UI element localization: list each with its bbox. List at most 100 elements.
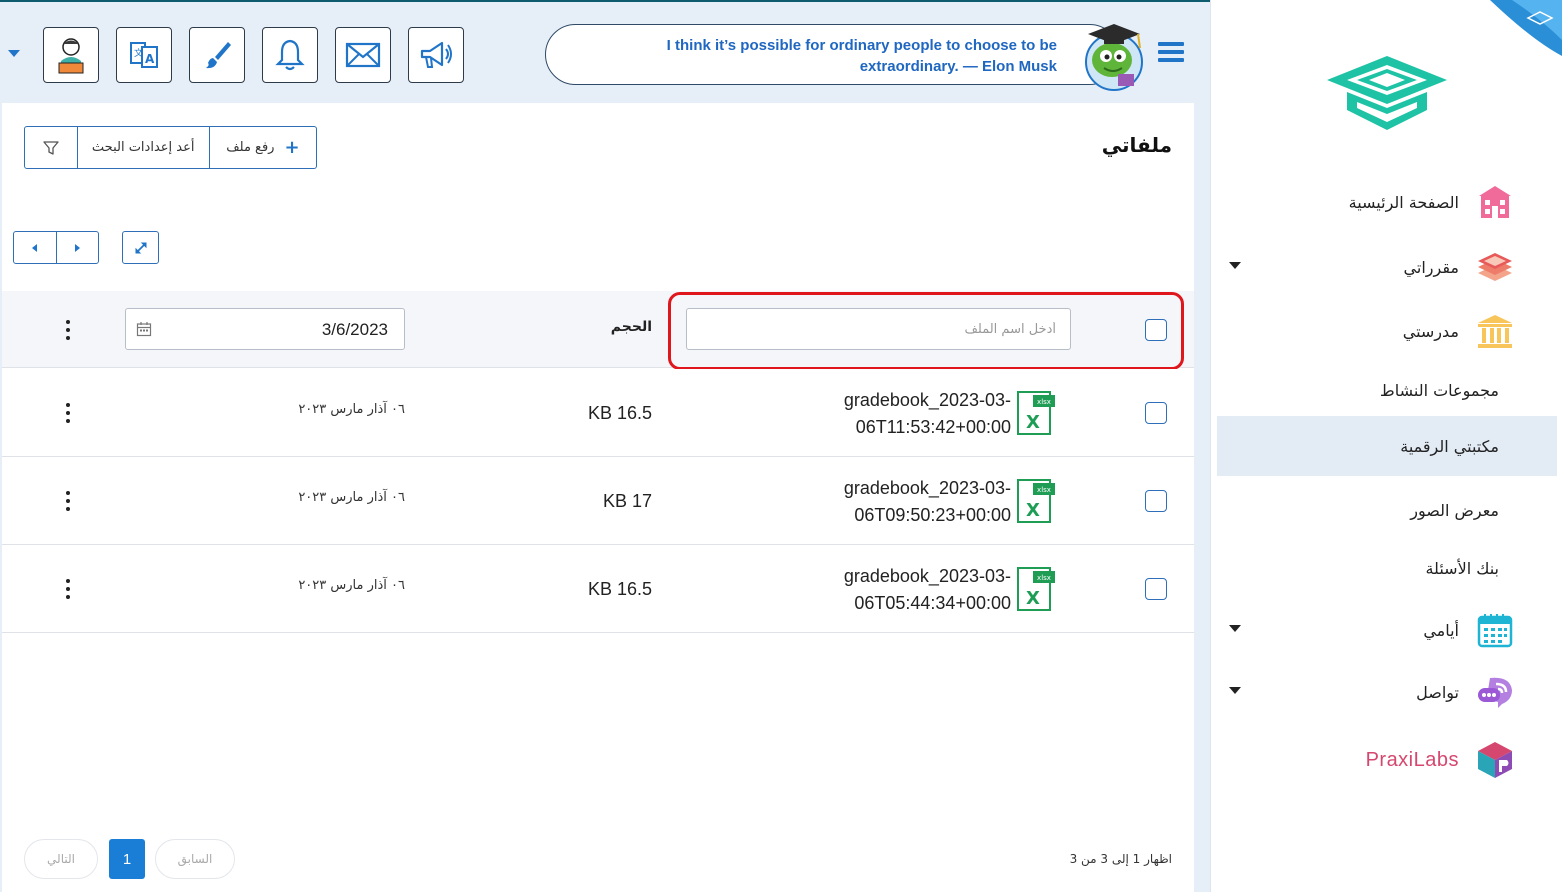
table-row: xlsx X gradebook_2023-03-06T09:50:23+00:… — [2, 457, 1194, 545]
plus-icon: + — [284, 137, 300, 158]
expand-button[interactable] — [122, 231, 159, 264]
sidebar-item-label: مقرراتي — [1403, 257, 1459, 277]
filter-row: الحجم 3/6/2023 — [2, 291, 1194, 370]
file-name-link[interactable]: gradebook_2023-03-06T05:44:34+00:00 — [811, 563, 1011, 617]
row-checkbox[interactable] — [1145, 578, 1167, 600]
row-more-icon[interactable] — [65, 403, 71, 423]
scroll-left-button[interactable] — [14, 232, 57, 263]
translate-button[interactable]: 文 A — [116, 27, 172, 83]
date-filter-input[interactable]: 3/6/2023 — [125, 308, 405, 350]
corner-decoration-icon — [1490, 0, 1562, 56]
file-ext-label: xlsx — [1037, 486, 1051, 494]
caret-left-icon — [31, 243, 37, 252]
top-bar: 文 A I think it’s possible for ordinary p… — [0, 0, 1210, 100]
caret-right-icon — [75, 243, 81, 252]
chevron-down-icon — [1229, 687, 1241, 694]
student-avatar-icon — [58, 38, 84, 74]
file-date: ٠٦ آذار مارس ٢٠٢٣ — [298, 490, 405, 505]
quote-box: I think it’s possible for ordinary peopl… — [545, 24, 1120, 85]
size-column-header: الحجم — [610, 319, 652, 335]
previous-page-button[interactable]: السابق — [155, 839, 235, 879]
next-page-button[interactable]: التالي — [24, 839, 98, 879]
file-date: ٠٦ آذار مارس ٢٠٢٣ — [298, 578, 405, 593]
sidebar-item-label: بنك الأسئلة — [1425, 558, 1499, 578]
svg-text:X: X — [1026, 412, 1040, 433]
sidebar-item-courses[interactable]: مقرراتي — [1217, 238, 1557, 296]
row-more-icon[interactable] — [65, 491, 71, 511]
file-ext-label: xlsx — [1037, 574, 1051, 582]
svg-text:X: X — [1026, 588, 1040, 609]
sidebar-item-digital-library[interactable]: مكتبتي الرقمية — [1217, 416, 1557, 476]
chevron-down-icon — [1229, 625, 1241, 632]
announcements-button[interactable] — [408, 27, 464, 83]
chat-bubbles-icon — [1475, 672, 1515, 712]
reset-search-label: أعد إعدادات البحث — [91, 140, 195, 155]
funnel-icon — [43, 140, 59, 155]
row-checkbox[interactable] — [1145, 490, 1167, 512]
sidebar-item-communication[interactable]: تواصل — [1217, 663, 1557, 721]
school-building-icon — [1475, 182, 1515, 222]
svg-text:X: X — [1026, 500, 1040, 521]
excel-file-icon: xlsx X — [1017, 391, 1055, 435]
theme-button[interactable] — [189, 27, 245, 83]
main-panel: ملفاتي أعد إعدادات البحث + رفع ملف أدخل … — [2, 103, 1194, 892]
messages-button[interactable] — [335, 27, 391, 83]
page-number-button[interactable]: 1 — [109, 839, 145, 879]
sidebar-item-label: مكتبتي الرقمية — [1400, 436, 1499, 456]
filter-button[interactable] — [25, 127, 78, 168]
chevron-down-icon — [1229, 262, 1241, 269]
svg-text:文: 文 — [134, 47, 143, 59]
row-more-icon[interactable] — [65, 579, 71, 599]
reset-search-button[interactable]: أعد إعدادات البحث — [78, 127, 210, 168]
calendar-icon — [136, 322, 152, 337]
paint-brush-icon — [206, 42, 231, 69]
user-menu-caret-icon[interactable] — [8, 50, 20, 57]
notifications-button[interactable] — [262, 27, 318, 83]
scroll-right-button[interactable] — [57, 232, 99, 263]
praxilabs-label: PraxiLabs — [1365, 748, 1459, 771]
menu-toggle-button[interactable] — [1158, 42, 1184, 64]
sidebar-item-label: أيامي — [1423, 620, 1459, 640]
upload-file-button[interactable]: + رفع ملف — [210, 127, 316, 168]
expand-icon — [134, 241, 147, 254]
pagination-info: اظهار 1 إلى 3 من 3 — [1069, 852, 1172, 866]
sidebar-item-gallery[interactable]: معرض الصور — [1217, 481, 1557, 539]
school-logo — [1327, 56, 1447, 130]
sidebar-item-label: مجموعات النشاط — [1379, 380, 1499, 400]
table-row: xlsx X gradebook_2023-03-06T05:44:34+00:… — [2, 545, 1194, 633]
file-name-link[interactable]: gradebook_2023-03-06T09:50:23+00:00 — [811, 475, 1011, 529]
excel-file-icon: xlsx X — [1017, 479, 1055, 523]
action-button-group: أعد إعدادات البحث + رفع ملف — [24, 126, 317, 169]
sidebar-item-my-days[interactable]: أيامي — [1217, 601, 1557, 659]
mascot-dragon-icon — [1085, 24, 1143, 91]
bell-icon — [275, 39, 305, 71]
file-size: KB 16.5 — [587, 403, 652, 423]
highlight-box — [668, 292, 1184, 370]
sidebar-item-label: تواصل — [1416, 682, 1459, 702]
calendar-icon — [1475, 610, 1515, 650]
svg-text:A: A — [145, 52, 155, 66]
books-stack-icon — [1475, 247, 1515, 287]
profile-button[interactable] — [43, 27, 99, 83]
sidebar-item-question-bank[interactable]: بنك الأسئلة — [1217, 539, 1557, 597]
sidebar: الصفحة الرئيسية مقرراتي مدرستي مجموعات ا… — [1210, 0, 1562, 892]
envelope-icon — [345, 42, 381, 68]
date-filter-value: 3/6/2023 — [321, 320, 388, 339]
table-row: xlsx X gradebook_2023-03-06T11:53:42+00:… — [2, 369, 1194, 457]
quote-text: I think it’s possible for ordinary peopl… — [666, 37, 1057, 75]
sidebar-item-activity-groups[interactable]: مجموعات النشاط — [1217, 361, 1557, 419]
page-title: ملفاتي — [1101, 133, 1172, 157]
header-more-icon[interactable] — [65, 320, 71, 340]
translate-icon: 文 A — [130, 42, 158, 68]
file-size: KB 16.5 — [587, 579, 652, 599]
file-name-link[interactable]: gradebook_2023-03-06T11:53:42+00:00 — [811, 387, 1011, 441]
sidebar-item-home[interactable]: الصفحة الرئيسية — [1217, 173, 1557, 231]
sidebar-item-praxilabs[interactable]: PraxiLabs — [1217, 731, 1557, 789]
praxilabs-cube-icon — [1475, 740, 1515, 780]
megaphone-icon — [420, 41, 452, 68]
sidebar-item-my-school[interactable]: مدرستي — [1217, 302, 1557, 360]
file-size: KB 17 — [602, 491, 652, 511]
file-ext-label: xlsx — [1037, 398, 1051, 406]
row-checkbox[interactable] — [1145, 402, 1167, 424]
institution-icon — [1475, 311, 1515, 351]
